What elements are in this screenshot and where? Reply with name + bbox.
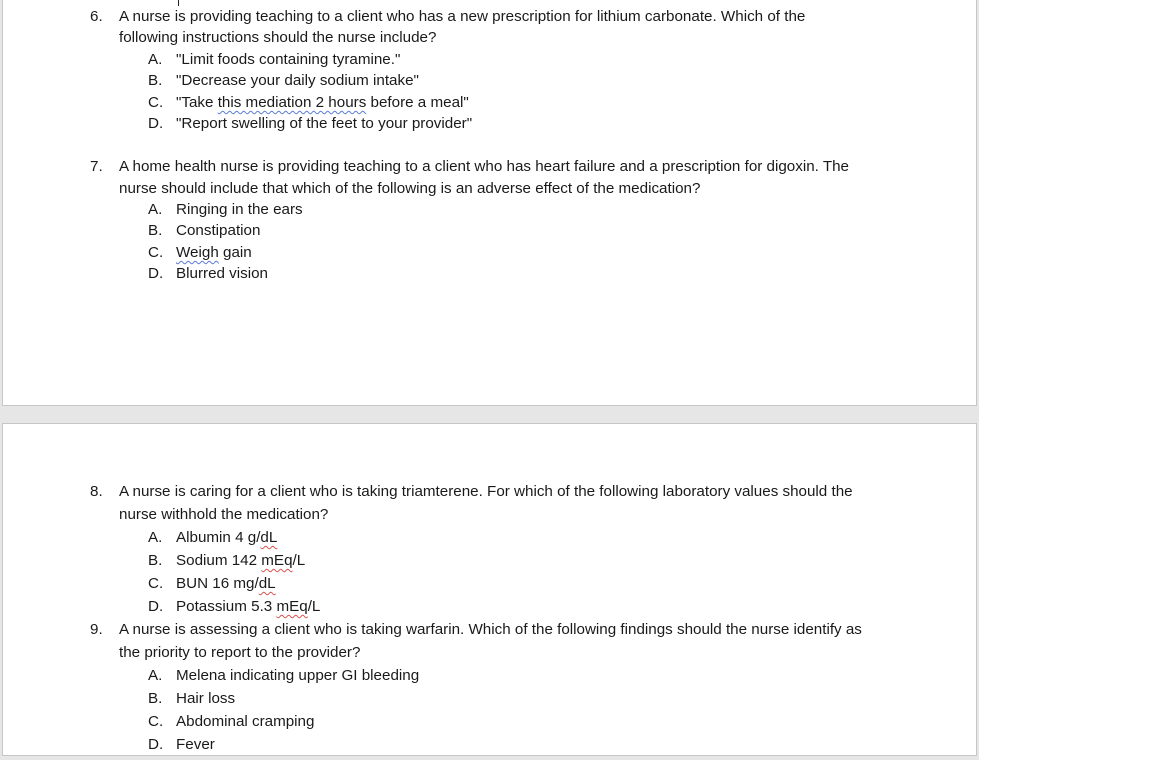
option-letter: C. [148, 575, 164, 592]
spelling-flag[interactable]: mEq [261, 552, 292, 569]
option-letter: D. [148, 736, 164, 753]
option-text: Melena indicating upper GI bleeding [176, 667, 420, 684]
spelling-flag[interactable]: dL [259, 575, 276, 592]
option-letter: A. [148, 667, 163, 684]
option-text: Hair loss [176, 690, 236, 707]
question-text-line: nurse should include that which of the f… [119, 180, 701, 197]
grammar-flag[interactable]: Weigh [176, 244, 219, 261]
option-text: Sodium 142 mEq/L [176, 552, 306, 569]
option-text: "Report swelling of the feet to your pro… [176, 115, 473, 132]
option-letter: B. [148, 222, 163, 239]
option-text: "Limit foods containing tyramine." [176, 51, 401, 68]
option-letter: A. [148, 201, 163, 218]
option-text: Ringing in the ears [176, 201, 303, 218]
option-letter: A. [148, 529, 163, 546]
question-text-line: A nurse is assessing a client who is tak… [119, 621, 862, 638]
question-text-line: nurse withhold the medication? [119, 506, 329, 523]
option-letter: B. [148, 552, 163, 569]
option-text: "Decrease your daily sodium intake" [176, 72, 419, 89]
option-letter: B. [148, 72, 163, 89]
question-text-line: the priority to report to the provider? [119, 644, 361, 661]
spelling-flag[interactable]: mEq [276, 598, 307, 615]
question-text-line: A home health nurse is providing teachin… [119, 158, 850, 175]
question-number: 8. [90, 483, 103, 500]
option-text: Albumin 4 g/dL [176, 529, 278, 546]
question-text-line: A nurse is caring for a client who is ta… [119, 483, 853, 500]
option-letter: D. [148, 115, 164, 132]
option-letter: C. [148, 244, 164, 261]
option-text: Constipation [176, 222, 261, 239]
question-number: 9. [90, 621, 103, 638]
question-text-line: following instructions should the nurse … [119, 29, 437, 46]
option-letter: C. [148, 713, 164, 730]
document-page-2[interactable]: 8. A nurse is caring for a client who is… [2, 423, 977, 756]
option-text: Abdominal cramping [176, 713, 315, 730]
option-text: Weigh gain [176, 244, 252, 261]
option-text: "Take this mediation 2 hours before a me… [176, 94, 469, 111]
question-number: 7. [90, 158, 103, 175]
option-letter: B. [148, 690, 163, 707]
question-text-line: A nurse is providing teaching to a clien… [119, 8, 806, 25]
option-letter: C. [148, 94, 164, 111]
text-cursor [178, 0, 179, 6]
option-text: BUN 16 mg/dL [176, 575, 276, 592]
grammar-flag[interactable]: this mediation 2 hours [218, 94, 367, 111]
document-page-1[interactable]: 6. A nurse is providing teaching to a cl… [2, 0, 977, 406]
spelling-flag[interactable]: dL [260, 529, 277, 546]
option-letter: A. [148, 51, 163, 68]
option-text: Fever [176, 736, 215, 753]
option-letter: D. [148, 265, 164, 282]
option-text: Potassium 5.3 mEq/L [176, 598, 321, 615]
option-letter: D. [148, 598, 164, 615]
question-number: 6. [90, 8, 103, 25]
option-text: Blurred vision [176, 265, 269, 282]
